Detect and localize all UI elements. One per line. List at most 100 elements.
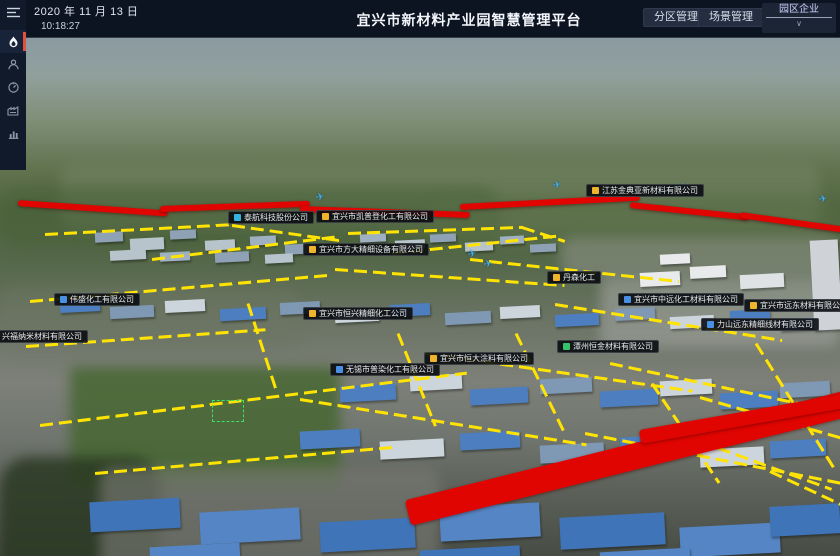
road-line [610, 362, 836, 413]
vehicle-marker-icon: ✈ [552, 179, 562, 192]
building [340, 384, 397, 403]
road-line [300, 398, 587, 446]
company-label[interactable]: 宜兴市远东材料有限公司 [744, 299, 840, 312]
company-marker-icon [309, 246, 316, 253]
company-label[interactable]: 无锡市普染化工有限公司 [330, 363, 440, 376]
company-label[interactable]: 宜兴市中远化工材料有限公司 [618, 293, 744, 306]
park-enterprises-dropdown[interactable]: 园区企业 ∨ [762, 3, 836, 33]
company-marker-icon [60, 296, 67, 303]
building [380, 438, 445, 459]
app-window: 泰航科技股份公司宜兴市凯普登化工有限公司宜兴市方大精细设备有限公司 江苏金典亚新材… [0, 0, 840, 556]
building [700, 446, 765, 467]
sidebar-item-enterprise[interactable] [0, 99, 26, 122]
person-icon [8, 59, 19, 70]
building [540, 442, 605, 463]
map-3d-view[interactable]: 泰航科技股份公司宜兴市凯普登化工有限公司宜兴市方大精细设备有限公司 江苏金典亚新材… [0, 37, 840, 556]
heat-pipeline [405, 379, 840, 525]
company-marker-icon [336, 366, 343, 373]
company-label-text: 宜兴市中远化工材料有限公司 [634, 294, 738, 306]
building [110, 305, 155, 319]
company-label[interactable]: 泰航科技股份公司 [228, 211, 314, 224]
building [615, 307, 656, 321]
company-label[interactable]: 宜兴市恒兴精细化工公司 [303, 307, 413, 320]
sidebar-item-fire-monitor[interactable] [0, 30, 26, 53]
company-label-text: 宜兴市远东材料有限公司 [760, 300, 840, 312]
building [780, 381, 831, 399]
vehicle-marker-icon: ✈ [818, 193, 828, 206]
company-label-text: 兴福纳米材料有限公司 [2, 331, 82, 343]
road-line [651, 383, 721, 484]
building [205, 239, 235, 251]
company-marker-icon [563, 343, 570, 350]
selection-box [212, 400, 244, 422]
company-label[interactable]: 宜兴市方大精细设备有限公司 [303, 243, 429, 256]
road-line [247, 303, 278, 390]
terrain-patch [70, 367, 340, 487]
flame-icon [8, 36, 19, 48]
company-label[interactable]: 力山远东精细线材有限公司 [701, 318, 819, 331]
building [95, 231, 123, 242]
menu-icon [7, 7, 20, 18]
company-label[interactable]: 宜兴市恒大涂料有限公司 [424, 352, 534, 365]
company-marker-icon [624, 296, 631, 303]
vehicle-marker-icon: ✈ [483, 258, 493, 271]
building [500, 305, 541, 319]
company-label[interactable]: 潭州恒金材料有限公司 [557, 340, 659, 353]
company-label-text: 力山远东精细线材有限公司 [717, 319, 813, 331]
building [640, 271, 681, 287]
company-label[interactable]: 兴福纳米材料有限公司 [0, 330, 88, 343]
building [130, 237, 165, 251]
company-label[interactable]: 宜兴市凯普登化工有限公司 [316, 210, 434, 223]
road-line [700, 396, 840, 443]
building [720, 390, 779, 409]
company-label-text: 宜兴市恒大涂料有限公司 [440, 353, 528, 365]
road-line [232, 224, 341, 242]
building [265, 253, 293, 263]
factory-icon [7, 105, 19, 116]
building [770, 439, 827, 459]
heat-pipeline [639, 392, 840, 444]
current-date: 2020 年 11 月 13 日 [34, 3, 138, 19]
building [555, 313, 600, 327]
company-marker-icon [553, 274, 560, 281]
building [439, 502, 541, 541]
sidebar-item-personnel[interactable] [0, 53, 26, 76]
building [420, 545, 521, 556]
building [740, 273, 785, 289]
building [660, 379, 713, 397]
company-label[interactable]: 江苏金典亚新材料有限公司 [586, 184, 704, 197]
company-label[interactable]: 丹森化工 [547, 271, 601, 284]
building [600, 388, 659, 407]
company-label-text: 伟盛化工有限公司 [70, 294, 134, 306]
chevron-down-icon: ∨ [762, 18, 836, 30]
sidebar-menu-toggle[interactable] [0, 0, 26, 24]
heat-pipeline [740, 212, 840, 233]
company-marker-icon [309, 310, 316, 317]
company-marker-icon [750, 302, 757, 309]
terrain-patch [430, 197, 840, 252]
company-label-text: 丹森化工 [563, 272, 595, 284]
building [170, 229, 196, 239]
bar-chart-icon [8, 128, 19, 139]
sidebar-item-monitor[interactable] [0, 76, 26, 99]
building [690, 265, 727, 279]
building [360, 233, 386, 242]
road-line [95, 446, 394, 475]
company-marker-icon [322, 213, 329, 220]
road-line [40, 372, 467, 427]
terrain-patch [600, 277, 840, 347]
building [410, 374, 463, 392]
terrain-patch [560, 237, 840, 277]
company-label[interactable]: 伟盛化工有限公司 [54, 293, 140, 306]
building [620, 434, 681, 454]
scene-management-button[interactable]: 场景管理 [698, 8, 764, 27]
sidebar-item-statistics[interactable] [0, 122, 26, 145]
road-line [585, 432, 840, 490]
terrain-patch [0, 457, 160, 556]
heat-pipeline [630, 202, 750, 221]
road-line [397, 333, 437, 427]
company-label-text: 宜兴市恒兴精细化工公司 [319, 308, 407, 320]
building [220, 307, 267, 321]
company-label-text: 江苏金典亚新材料有限公司 [602, 185, 698, 197]
company-marker-icon [592, 187, 599, 194]
